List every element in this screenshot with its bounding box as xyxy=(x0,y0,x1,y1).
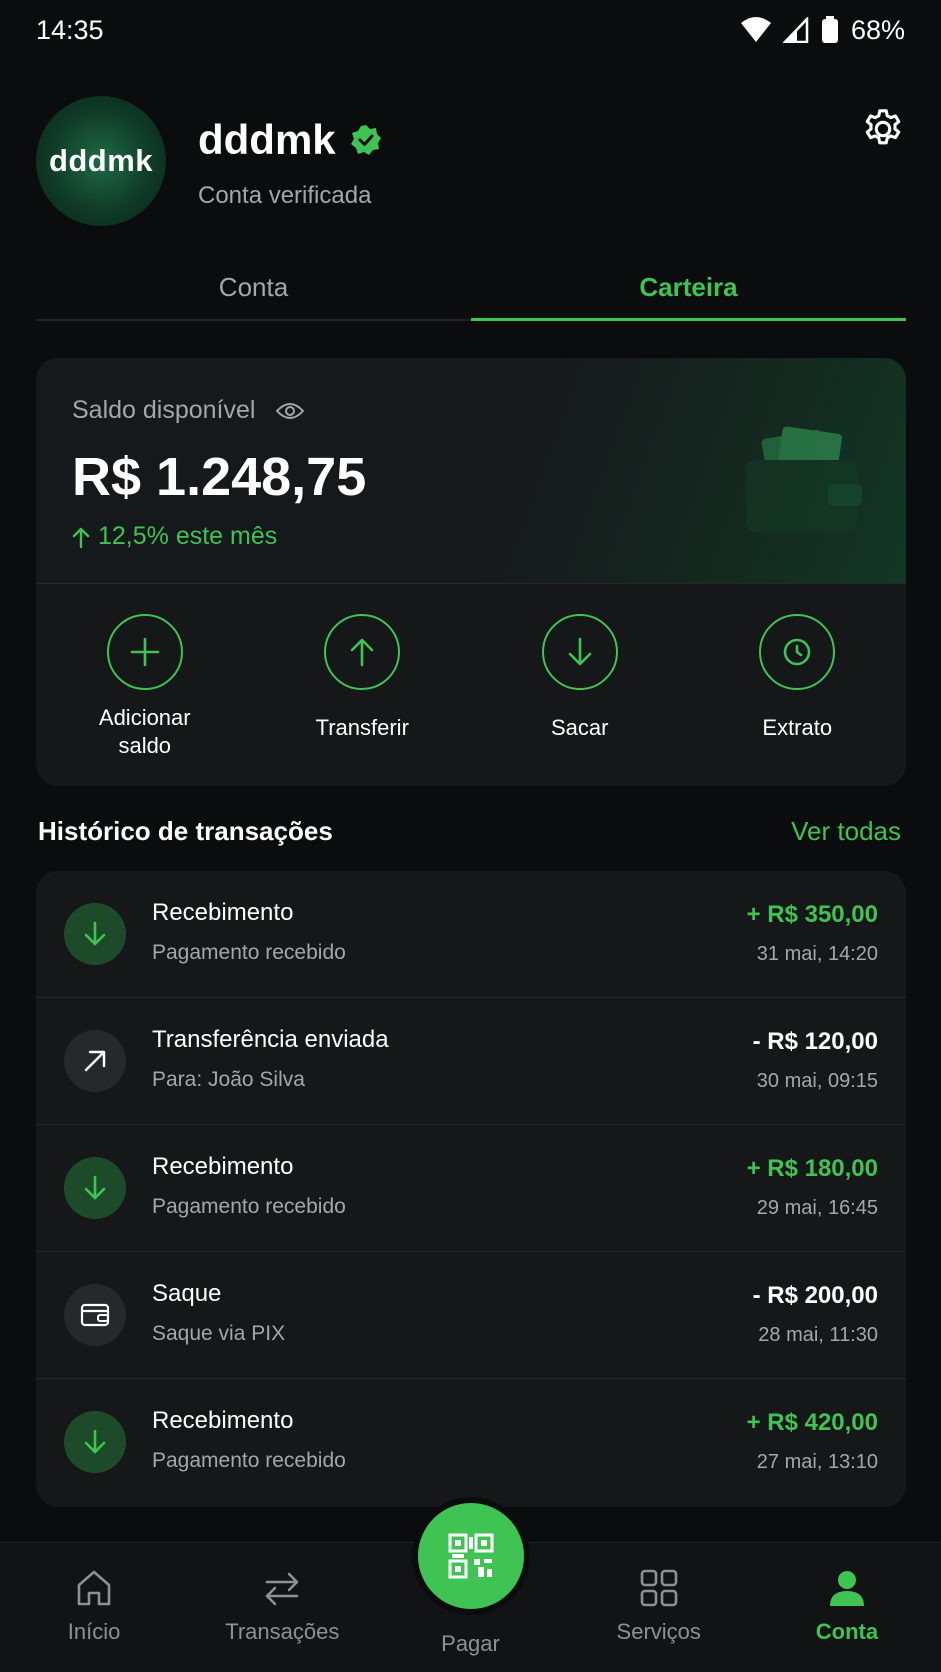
transaction-subtitle: Saque via PIX xyxy=(152,1322,286,1345)
action-label: Transferir xyxy=(315,715,409,740)
nav-item-servicos[interactable]: Serviços xyxy=(565,1543,753,1672)
status-icons: 68% xyxy=(740,14,905,46)
arrow-down-icon xyxy=(84,921,106,946)
transaction-row[interactable]: Saque Saque via PIX - R$ 200,00 28 mai, … xyxy=(36,1252,906,1379)
nav-label: Início xyxy=(67,1619,121,1644)
action-withdraw[interactable]: Sacar xyxy=(471,584,689,786)
arrow-up-right-icon xyxy=(84,1050,106,1072)
transaction-amount: + R$ 350,00 xyxy=(746,901,878,928)
status-bar: 14:35 68% xyxy=(0,0,941,60)
transaction-date: 31 mai, 14:20 xyxy=(756,943,878,965)
transaction-date: 29 mai, 16:45 xyxy=(756,1197,878,1219)
transaction-subtitle: Para: João Silva xyxy=(152,1068,305,1091)
balance-value: R$ 1.248,75 xyxy=(72,447,367,507)
nav-item-conta[interactable]: Conta xyxy=(753,1543,941,1672)
action-label: Extrato xyxy=(762,715,833,740)
battery-icon xyxy=(821,16,838,43)
arrow-up-icon xyxy=(350,638,374,667)
transaction-row[interactable]: Recebimento Pagamento recebido + R$ 180,… xyxy=(36,1125,906,1252)
transaction-title: Transferência enviada xyxy=(152,1026,389,1053)
trend-up-icon xyxy=(72,527,90,548)
grid-icon xyxy=(640,1569,678,1607)
balance-label: Saldo disponível xyxy=(72,396,256,424)
account-tabs: Conta Carteira xyxy=(36,255,906,321)
transaction-subtitle: Pagamento recebido xyxy=(152,941,346,964)
transaction-title: Recebimento xyxy=(152,1407,294,1434)
transaction-amount: - R$ 200,00 xyxy=(752,1282,878,1309)
swap-icon xyxy=(265,1572,299,1606)
transaction-title: Recebimento xyxy=(152,899,294,926)
profile-status: Conta verificada xyxy=(198,182,372,209)
quick-actions: Adicionar saldo Transferir Sacar Extrato xyxy=(36,584,906,786)
balance-change-text: 12,5% este mês xyxy=(98,522,278,550)
nav-label: Transações xyxy=(225,1619,340,1644)
wifi-icon xyxy=(740,17,771,42)
action-label: Sacar xyxy=(551,715,609,740)
balance-card: Saldo disponível R$ 1.248,75 12,5% este … xyxy=(36,358,906,786)
battery-percent: 68% xyxy=(850,14,905,45)
qr-code-icon xyxy=(448,1533,493,1579)
transaction-subtitle: Pagamento recebido xyxy=(152,1195,346,1218)
wallet-icon xyxy=(80,1303,110,1327)
arrow-down-icon xyxy=(84,1429,106,1454)
arrow-down-icon xyxy=(568,637,592,666)
transaction-date: 28 mai, 11:30 xyxy=(758,1324,878,1346)
transaction-title: Recebimento xyxy=(152,1153,294,1180)
arrow-down-icon xyxy=(84,1175,106,1200)
transaction-list: Recebimento Pagamento recebido + R$ 350,… xyxy=(36,871,906,1507)
tab-conta[interactable]: Conta xyxy=(36,255,471,319)
status-time: 14:35 xyxy=(36,14,104,45)
plus-icon xyxy=(130,637,160,667)
transaction-amount: + R$ 180,00 xyxy=(746,1155,878,1182)
transaction-date: 30 mai, 09:15 xyxy=(756,1070,878,1092)
tab-carteira[interactable]: Carteira xyxy=(471,255,906,321)
nav-item-inicio[interactable]: Início xyxy=(0,1543,188,1672)
action-add-balance[interactable]: Adicionar saldo xyxy=(36,584,254,786)
home-icon xyxy=(77,1570,111,1606)
nav-label: Conta xyxy=(815,1619,879,1644)
profile-name: dddmk xyxy=(198,116,336,163)
transaction-row[interactable]: Recebimento Pagamento recebido + R$ 350,… xyxy=(36,871,906,998)
nav-item-pagar[interactable]: Pagar xyxy=(376,1503,564,1672)
action-statement[interactable]: Extrato xyxy=(689,584,907,786)
verified-badge-icon xyxy=(350,125,381,155)
balance-change: 12,5% este mês xyxy=(72,522,277,551)
nav-label: Pagar xyxy=(441,1631,500,1656)
avatar[interactable]: dddmk xyxy=(36,96,166,226)
gear-icon[interactable] xyxy=(860,106,906,152)
see-all-link[interactable]: Ver todas xyxy=(791,816,901,847)
action-label: Adicionar saldo xyxy=(98,705,191,758)
clock-icon xyxy=(783,638,811,666)
nav-item-transacoes[interactable]: Transações xyxy=(188,1543,376,1672)
action-transfer[interactable]: Transferir xyxy=(254,584,472,786)
transaction-amount: - R$ 120,00 xyxy=(752,1028,878,1055)
transaction-row[interactable]: Recebimento Pagamento recebido + R$ 420,… xyxy=(36,1379,906,1506)
transaction-date: 27 mai, 13:10 xyxy=(756,1451,878,1473)
person-icon xyxy=(829,1571,864,1606)
bottom-nav: Início Transações Pagar Serviços Conta xyxy=(0,1503,941,1672)
signal-icon xyxy=(782,17,809,43)
eye-icon[interactable] xyxy=(275,400,305,422)
profile-header: dddmk dddmk Conta verificada xyxy=(36,96,906,226)
balance-label-row: Saldo disponível xyxy=(72,396,305,425)
wallet-illustration-icon xyxy=(746,426,862,532)
transaction-subtitle: Pagamento recebido xyxy=(152,1449,346,1472)
history-title: Histórico de transações xyxy=(38,816,333,846)
transaction-title: Saque xyxy=(152,1280,222,1307)
profile-name-row: dddmk xyxy=(198,116,382,164)
nav-label: Serviços xyxy=(616,1619,701,1644)
transaction-row[interactable]: Transferência enviada Para: João Silva -… xyxy=(36,998,906,1125)
pay-fab-button[interactable] xyxy=(417,1503,524,1609)
balance-summary: Saldo disponível R$ 1.248,75 12,5% este … xyxy=(36,358,906,584)
transaction-amount: + R$ 420,00 xyxy=(746,1409,878,1436)
